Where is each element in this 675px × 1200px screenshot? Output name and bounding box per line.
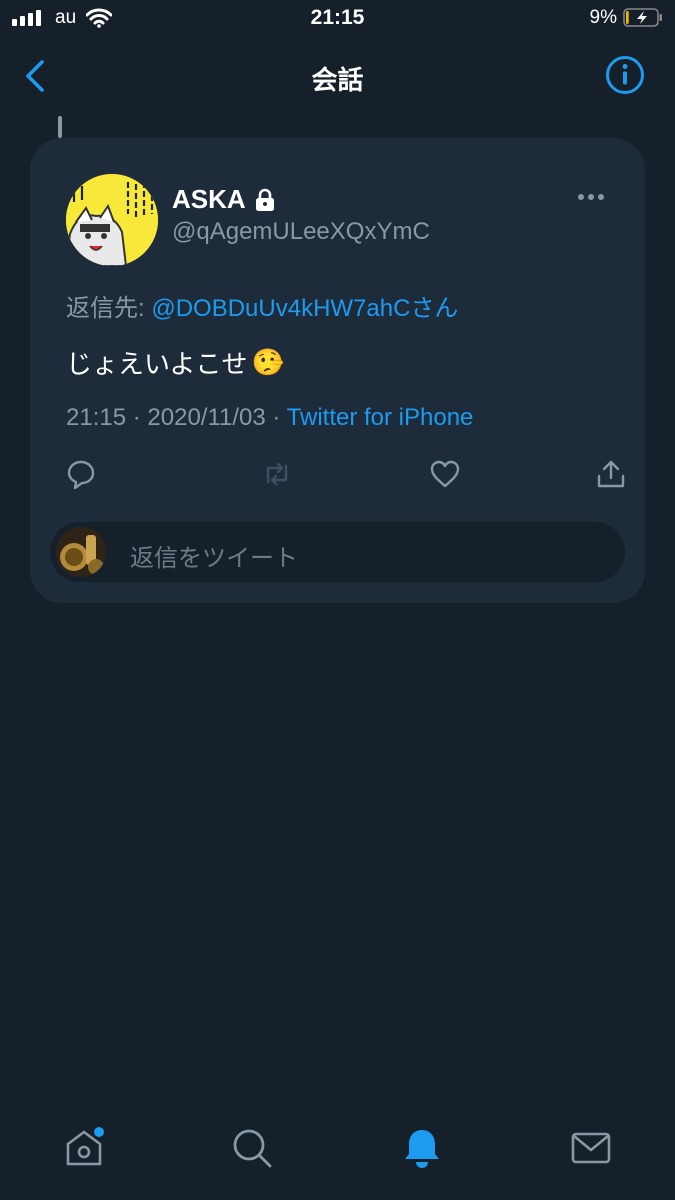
share-icon[interactable] [596,458,626,490]
more-options-icon[interactable] [578,194,612,206]
search-icon[interactable] [230,1126,274,1170]
user-avatar [56,527,106,577]
reply-icon[interactable] [66,458,96,490]
protected-lock-icon [255,188,274,211]
info-icon[interactable] [605,55,645,95]
battery-percent: 9% [589,7,617,28]
reply-composer[interactable]: 返信をツイート [50,522,625,582]
battery-charging-icon [623,8,662,27]
home-icon[interactable] [62,1126,106,1170]
tab-bar [0,1110,675,1200]
author-handle[interactable]: @qAgemULeeXQxYmC [172,218,430,246]
author-avatar[interactable] [66,174,158,266]
replying-to: 返信先: @DOBDuUv4kHW7ahCさん [66,288,458,323]
meta-separator: · [132,404,141,431]
replying-to-prefix: 返信先: [66,295,152,322]
status-bar: au 21:15 9% [0,0,675,40]
lying-face-emoji: 🤥 [251,347,284,377]
navigation-bar: 会話 [0,48,675,104]
tweet-card: ASKA @qAgemULeeXQxYmC 返信先: @DOBDuUv4kHW7… [30,138,645,603]
like-icon[interactable] [430,458,460,490]
tweet-body: じょえいよこせ [66,349,248,379]
meta-separator: · [272,404,281,431]
messages-icon[interactable] [569,1126,613,1170]
page-title: 会話 [311,65,364,95]
tweet-date: 2020/11/03 [147,404,266,431]
tweet-actions [66,458,625,494]
status-time: 21:15 [310,6,365,29]
author-name-row: ASKA [172,184,276,215]
reply-placeholder: 返信をツイート [130,545,298,572]
avatar-illustration [66,174,158,266]
replying-to-suffix: さん [410,295,459,322]
retweet-icon [266,462,288,486]
tweet-meta: 21:15 · 2020/11/03 · Twitter for iPhone [66,404,473,432]
tweet-source-link[interactable]: Twitter for iPhone [287,404,474,431]
thread-connector-line [58,116,62,138]
replying-to-mention[interactable]: @DOBDuUv4kHW7ahC [151,295,410,322]
author-name[interactable]: ASKA [172,184,246,215]
tweet-text: じょえいよこせ 🤥 [66,344,284,381]
notifications-icon[interactable] [400,1126,444,1170]
tweet-time: 21:15 [66,404,127,431]
